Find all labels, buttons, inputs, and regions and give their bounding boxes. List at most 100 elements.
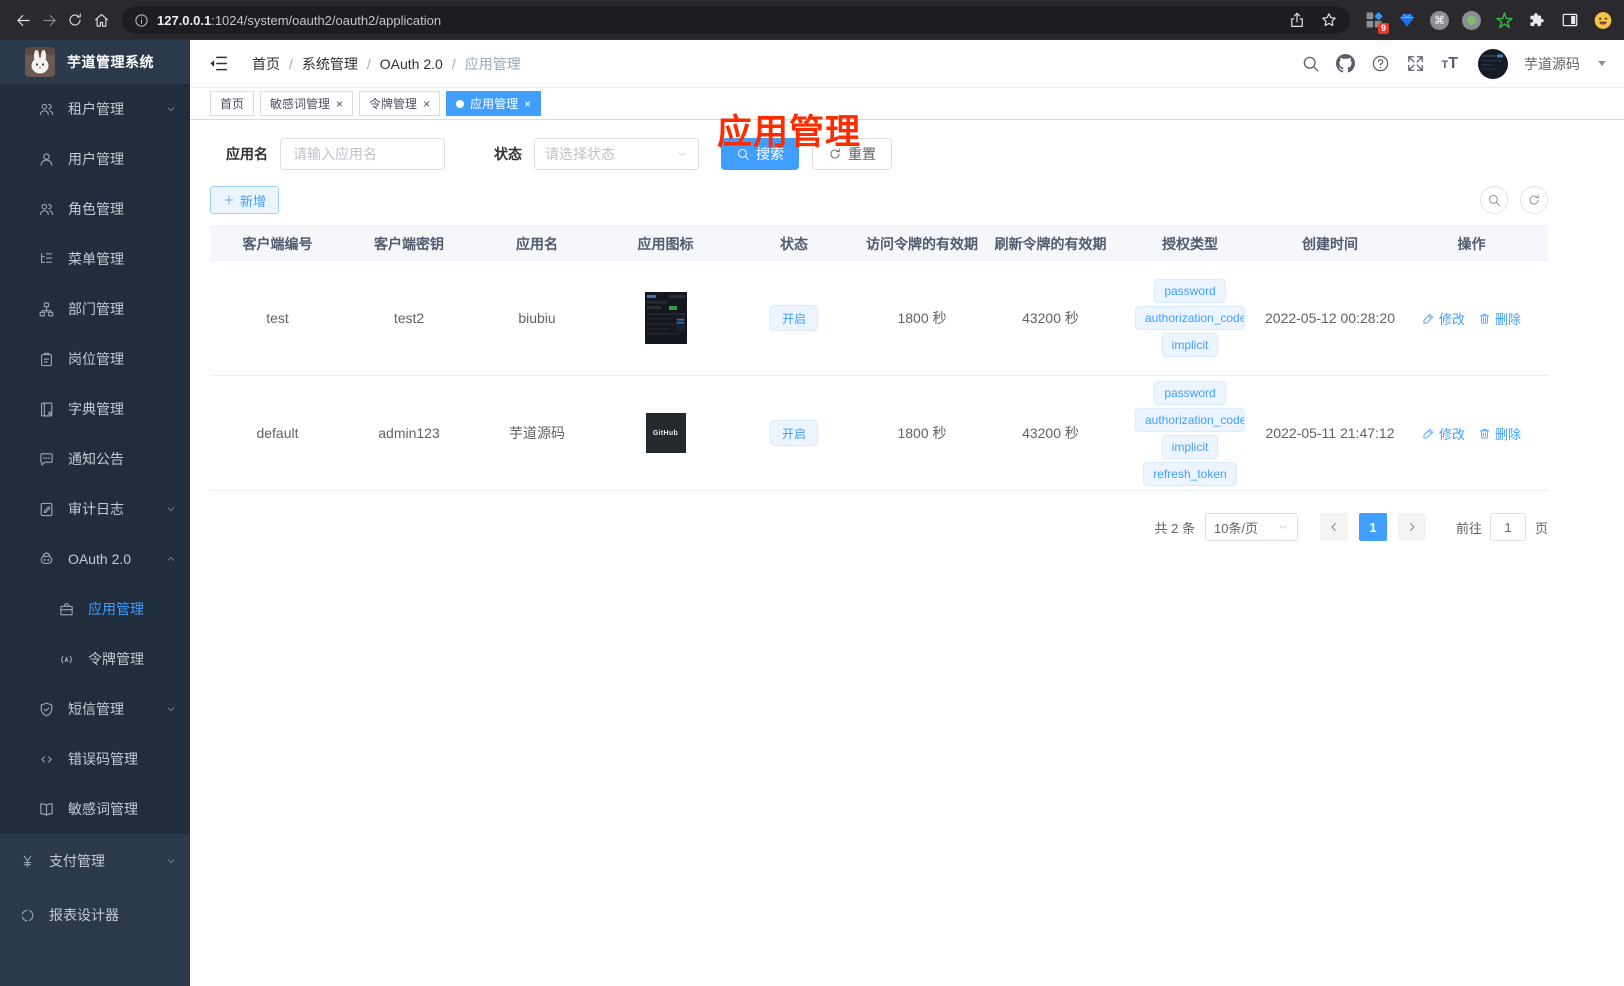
- page-size-select[interactable]: 10条/页: [1204, 513, 1298, 541]
- app-name-input[interactable]: [280, 138, 445, 170]
- cell-status: 开启: [730, 375, 858, 491]
- reset-button[interactable]: 重置: [812, 138, 892, 170]
- close-icon[interactable]: ×: [336, 98, 343, 110]
- post-badge-icon: [40, 352, 53, 366]
- sidebar-item-tenant[interactable]: 租户管理: [0, 84, 190, 134]
- browser-reload-button[interactable]: [62, 5, 88, 35]
- search-icon[interactable]: [1301, 54, 1320, 73]
- sidebar-item-error-code[interactable]: 错误码管理: [0, 734, 190, 784]
- sidebar-logo[interactable]: 芋道管理系统: [0, 40, 190, 84]
- filter-form: 应用名 状态 请选择状态 搜索 重置: [210, 138, 1548, 170]
- extension-grid-icon[interactable]: 9: [1364, 10, 1389, 34]
- goto-label: 前往: [1455, 520, 1482, 536]
- sidebar-item-post[interactable]: 岗位管理: [0, 334, 190, 384]
- roles-icon: [39, 203, 54, 215]
- sidebar-item-role[interactable]: 角色管理: [0, 184, 190, 234]
- profile-emoji-avatar[interactable]: [1593, 10, 1613, 30]
- sidebar-item-sms[interactable]: 短信管理: [0, 684, 190, 734]
- sidebar-item-sensitive-word[interactable]: 敏感词管理: [0, 784, 190, 834]
- announcement-icon: [40, 452, 53, 465]
- browser-extensions: 9 ⌘: [1364, 10, 1613, 34]
- error-code-icon: [41, 755, 52, 763]
- search-button[interactable]: 搜索: [721, 138, 799, 170]
- search-icon: [1488, 194, 1500, 206]
- edit-button[interactable]: 修改: [1422, 424, 1465, 443]
- sidebar-item-user[interactable]: 用户管理: [0, 134, 190, 184]
- browser-address-bar[interactable]: 127.0.0.1:1024/system/oauth2/oauth2/appl…: [122, 6, 1350, 34]
- sms-shield-icon: [40, 702, 53, 716]
- extension-badge: 9: [1377, 23, 1389, 34]
- font-size-icon[interactable]: TT: [1441, 55, 1458, 73]
- chevron-down-icon: [167, 707, 175, 711]
- sidebar-item-payment[interactable]: 支付管理: [0, 834, 190, 888]
- cell-access-validity: 1800 秒: [858, 375, 986, 491]
- delete-button[interactable]: 删除: [1478, 309, 1521, 328]
- side-panel-icon[interactable]: [1560, 10, 1580, 30]
- sidebar-item-oauth[interactable]: OAuth 2.0: [0, 534, 190, 584]
- tab-token[interactable]: 令牌管理 ×: [359, 91, 441, 116]
- breadcrumb-oauth[interactable]: OAuth 2.0: [380, 56, 443, 72]
- extension-record-icon[interactable]: [1462, 10, 1481, 30]
- close-icon[interactable]: ×: [423, 98, 430, 110]
- refresh-icon: [1529, 194, 1539, 205]
- trash-icon: [1479, 313, 1490, 324]
- sidebar-item-oauth-token[interactable]: 令牌管理: [0, 634, 190, 684]
- extensions-puzzle-icon[interactable]: [1527, 10, 1547, 30]
- sidebar-item-dict[interactable]: 字典管理: [0, 384, 190, 434]
- browser-home-button[interactable]: [88, 5, 114, 35]
- navbar-actions: TT 芋道源码: [1301, 48, 1606, 79]
- tab-sensitive-word[interactable]: 敏感词管理 ×: [260, 91, 354, 116]
- sidebar-item-menu[interactable]: 菜单管理: [0, 234, 190, 284]
- extension-gem-icon[interactable]: [1397, 10, 1417, 30]
- page-number-button[interactable]: 1: [1358, 513, 1387, 541]
- delete-button[interactable]: 删除: [1478, 424, 1521, 443]
- extension-command-icon[interactable]: ⌘: [1430, 10, 1449, 30]
- sidebar-item-report-designer[interactable]: 报表设计器: [0, 888, 190, 942]
- sidebar-item-oauth-application[interactable]: 应用管理: [0, 584, 190, 634]
- breadcrumb-home[interactable]: 首页: [252, 54, 280, 74]
- grant-type-tag: implicit: [1161, 333, 1219, 357]
- user-avatar[interactable]: [1478, 48, 1508, 79]
- grant-type-tag: refresh_token: [1143, 461, 1237, 486]
- grant-type-tag: implicit: [1161, 434, 1219, 459]
- browser-forward-button[interactable]: [36, 5, 62, 35]
- breadcrumb-system[interactable]: 系统管理: [302, 54, 358, 74]
- username[interactable]: 芋道源码: [1524, 54, 1580, 74]
- caret-down-icon[interactable]: [1598, 61, 1606, 66]
- active-dot: [456, 99, 465, 108]
- refresh-table-button[interactable]: [1520, 186, 1548, 214]
- page-info-icon[interactable]: [134, 13, 149, 28]
- col-status: 状态: [730, 226, 858, 261]
- tab-application[interactable]: 应用管理 ×: [446, 91, 542, 116]
- edit-button[interactable]: 修改: [1422, 309, 1465, 328]
- github-icon[interactable]: [1336, 54, 1356, 73]
- edit-pen-icon: [1423, 313, 1433, 324]
- bookmark-star-icon[interactable]: [1320, 11, 1338, 29]
- col-access-validity: 访问令牌的有效期: [858, 226, 986, 261]
- col-secret: 客户端密钥: [345, 226, 473, 261]
- add-button[interactable]: 新增: [210, 186, 280, 214]
- cell-app-icon: [601, 260, 730, 376]
- sidebar-item-notice[interactable]: 通知公告: [0, 434, 190, 484]
- goto-page-input[interactable]: [1489, 513, 1526, 541]
- toggle-search-button[interactable]: [1480, 186, 1508, 214]
- sidebar-item-dept[interactable]: 部门管理: [0, 284, 190, 334]
- cell-actions: 修改 删除: [1395, 260, 1548, 376]
- help-icon[interactable]: [1371, 54, 1390, 73]
- grant-type-tag: authorization_code: [1135, 306, 1245, 330]
- browser-back-button[interactable]: [10, 5, 36, 35]
- close-icon[interactable]: ×: [524, 98, 531, 110]
- extension-star-icon[interactable]: [1494, 10, 1514, 30]
- tab-home[interactable]: 首页: [210, 91, 255, 116]
- trash-icon: [1479, 428, 1490, 439]
- prev-page-button[interactable]: [1319, 513, 1348, 541]
- share-icon[interactable]: [1288, 11, 1306, 29]
- sidebar-fold-icon[interactable]: [208, 53, 229, 74]
- status-select[interactable]: 请选择状态: [534, 138, 699, 170]
- fullscreen-icon[interactable]: [1406, 54, 1425, 73]
- next-page-button[interactable]: [1397, 513, 1426, 541]
- app-icon-image: [644, 292, 687, 344]
- col-created-at: 创建时间: [1265, 226, 1395, 261]
- sidebar-item-audit-log[interactable]: 审计日志: [0, 484, 190, 534]
- col-app-icon: 应用图标: [601, 226, 730, 261]
